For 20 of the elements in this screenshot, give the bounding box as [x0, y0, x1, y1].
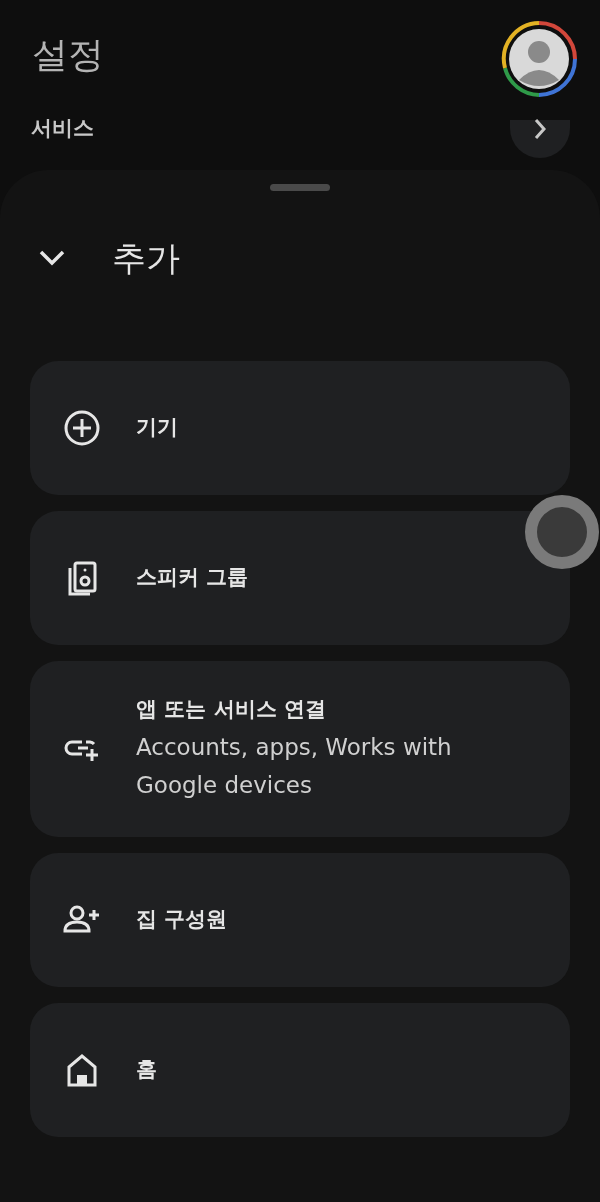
- add-circle-icon: [62, 408, 102, 448]
- item-label: 앱 또는 서비스 연결: [136, 696, 327, 724]
- item-subtitle: Accounts, apps, Works with Google devices: [136, 732, 453, 800]
- item-label: 집 구성원: [136, 906, 228, 934]
- menu-card[interactable]: 앱 또는 서비스 연결 Accounts, apps, Works with Google devices: [30, 661, 570, 837]
- item-label: 스피커 그룹: [136, 564, 249, 592]
- item-label: 기기: [136, 414, 178, 442]
- menu-card[interactable]: 집 구성원: [30, 853, 570, 987]
- avatar[interactable]: [500, 20, 578, 98]
- chevron-right-icon: [533, 118, 547, 140]
- menu-card[interactable]: 기기: [30, 361, 570, 495]
- menu-card[interactable]: 홈: [30, 1003, 570, 1137]
- section-label: 서비스: [31, 115, 94, 142]
- item-label: 홈: [136, 1056, 157, 1084]
- menu-card[interactable]: 스피커 그룹: [30, 511, 570, 645]
- next-button[interactable]: [510, 120, 570, 158]
- drag-handle[interactable]: [270, 184, 330, 191]
- sheet-title: 추가: [112, 236, 180, 280]
- collapse-chevron-icon[interactable]: [38, 249, 66, 267]
- page-title: 설정: [32, 33, 104, 77]
